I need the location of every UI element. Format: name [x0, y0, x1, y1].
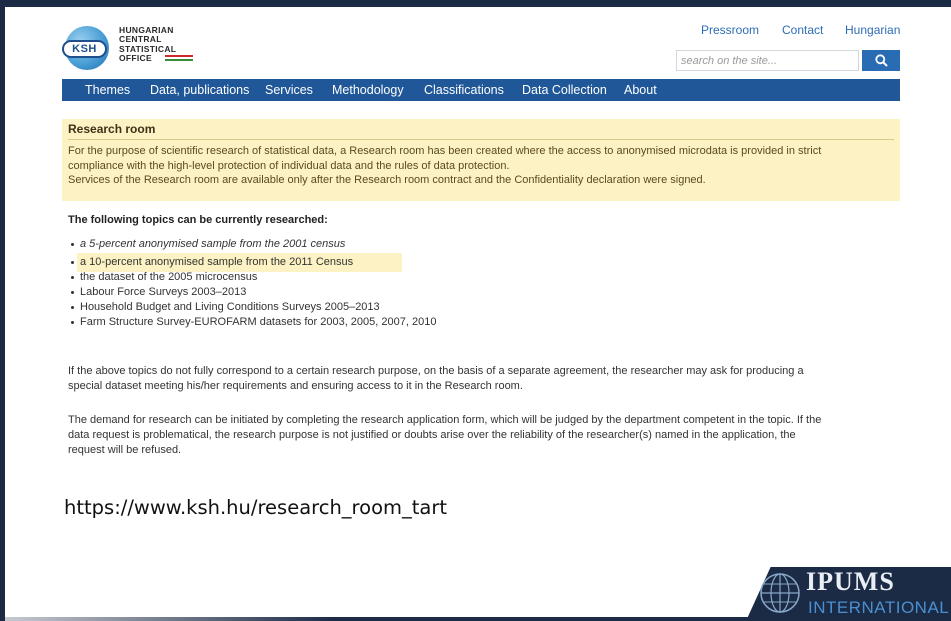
- research-room-line: compliance with the high-level protectio…: [68, 159, 510, 172]
- source-url: https://www.ksh.hu/research_room_tart: [64, 496, 448, 519]
- paragraph-line: If the above topics do not fully corresp…: [68, 365, 804, 377]
- topic-item: a 5-percent anonymised sample from the 2…: [70, 238, 346, 250]
- paragraph-line: The demand for research can be initiated…: [68, 414, 822, 426]
- nav-services[interactable]: Services: [265, 79, 313, 101]
- divider: [68, 139, 894, 140]
- contact-link[interactable]: Contact: [782, 23, 823, 37]
- main-nav: Themes Data, publications Services Metho…: [62, 79, 900, 101]
- search-icon: [874, 54, 888, 67]
- research-room-title: Research room: [68, 122, 156, 136]
- paragraph-line: special dataset meeting his/her requirem…: [68, 380, 523, 392]
- topics-heading: The following topics can be currently re…: [68, 214, 328, 226]
- research-room-text: For the purpose of scientific research o…: [68, 144, 894, 188]
- ipums-name: IPUMS: [806, 567, 895, 596]
- topic-item: the dataset of the 2005 microcensus: [70, 271, 258, 283]
- hungarian-flag-icon: [165, 55, 193, 61]
- nav-data-publications[interactable]: Data, publications: [150, 79, 249, 101]
- special-dataset-paragraph: If the above topics do not fully corresp…: [68, 364, 908, 394]
- ipums-subtitle: INTERNATIONAL: [808, 598, 950, 617]
- search-button[interactable]: [862, 50, 900, 71]
- nav-methodology[interactable]: Methodology: [332, 79, 404, 101]
- paragraph-line: request will be refused.: [68, 444, 182, 456]
- topic-item: Farm Structure Survey-EUROFARM datasets …: [70, 316, 437, 328]
- nav-themes[interactable]: Themes: [85, 79, 130, 101]
- topic-item: Labour Force Surveys 2003–2013: [70, 286, 247, 298]
- topic-item: a 10-percent anonymised sample from the …: [70, 256, 354, 268]
- globe-icon: [760, 573, 800, 613]
- slide: KSH HUNGARIAN CENTRAL STATISTICAL OFFICE…: [5, 7, 951, 621]
- application-paragraph: The demand for research can be initiated…: [68, 413, 908, 458]
- nav-about[interactable]: About: [624, 79, 657, 101]
- research-room-box: Research room For the purpose of scienti…: [62, 119, 900, 201]
- ksh-logo[interactable]: KSH HUNGARIAN CENTRAL STATISTICAL OFFICE: [62, 23, 222, 73]
- nav-data-collection[interactable]: Data Collection: [522, 79, 607, 101]
- language-link[interactable]: Hungarian: [845, 23, 900, 37]
- ipums-logo: IPUMS INTERNATIONAL: [746, 567, 951, 621]
- paragraph-line: data request is problematical, the resea…: [68, 429, 796, 441]
- nav-classifications[interactable]: Classifications: [424, 79, 504, 101]
- search-input[interactable]: [676, 50, 859, 71]
- pressroom-link[interactable]: Pressroom: [701, 23, 759, 37]
- research-room-line: Services of the Research room are availa…: [68, 174, 706, 186]
- topic-item: Household Budget and Living Conditions S…: [71, 301, 380, 313]
- research-room-line: For the purpose of scientific research o…: [68, 145, 822, 157]
- logo-abbr: KSH: [62, 40, 107, 58]
